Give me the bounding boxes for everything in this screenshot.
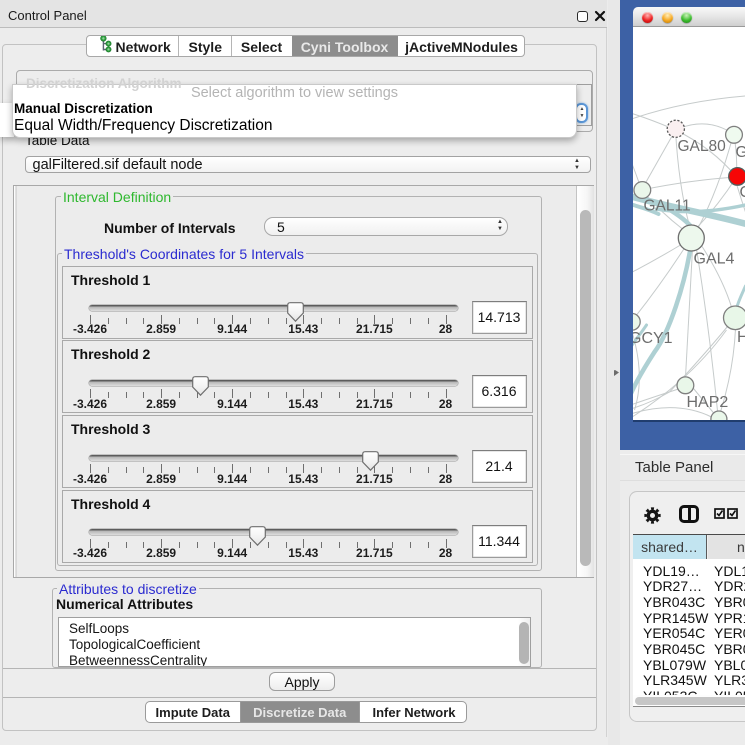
svg-text:H: H	[737, 329, 745, 346]
svg-text:GAL3: GAL3	[735, 144, 745, 161]
svg-text:GAL80: GAL80	[677, 138, 726, 155]
svg-text:HAP2: HAP2	[686, 394, 728, 411]
svg-text:GCY1: GCY1	[633, 330, 673, 347]
svg-text:C: C	[739, 184, 745, 201]
svg-text:GAL4: GAL4	[693, 251, 734, 268]
svg-text:GAL11: GAL11	[643, 198, 690, 215]
